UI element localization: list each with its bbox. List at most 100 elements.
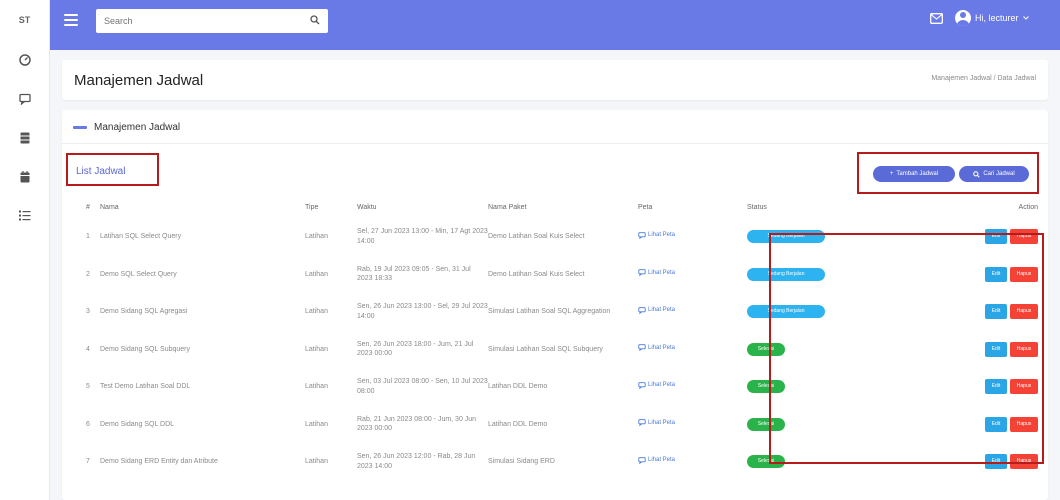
schedule-name: Latihan SQL Select Query: [100, 233, 182, 241]
package-name: Simulasi Latihan Soal SQL Aggregation: [488, 308, 611, 316]
schedule-type: Latihan: [305, 420, 328, 428]
hamburger-line: [64, 24, 78, 26]
view-map-label: Lihat Peta: [648, 269, 676, 276]
schedule-time: Sen, 26 Jun 2023 12:00 - Rab, 28 Jun 202…: [357, 453, 476, 470]
row-number: 3: [86, 308, 90, 316]
schedule-type: Latihan: [305, 270, 328, 278]
view-map-label: Lihat Peta: [648, 457, 676, 464]
schedule-name: Demo Sidang SQL Agregasi: [100, 308, 188, 316]
chat-icon: [638, 381, 646, 389]
row-number: 7: [86, 458, 90, 466]
view-map-link[interactable]: Lihat Peta: [638, 381, 675, 389]
schedule-name: Demo SQL Select Query: [100, 270, 177, 278]
view-map-link[interactable]: Lihat Peta: [638, 306, 675, 314]
calendar-icon: [20, 170, 29, 182]
view-map-link[interactable]: Lihat Peta: [638, 231, 675, 239]
chat-icon: [638, 456, 646, 464]
schedule-type: Latihan: [305, 308, 328, 316]
row-number: 4: [86, 345, 90, 353]
list-icon: [18, 210, 30, 221]
package-name: Demo Latihan Soal Kuis Select: [488, 270, 585, 278]
schedule-name: Demo Sidang SQL DDL: [100, 420, 175, 428]
page-header: Manajemen Jadwal Manajemen Jadwal / Data…: [62, 60, 1048, 100]
chat-icon: [638, 306, 646, 314]
column-header: Tipe: [305, 204, 319, 211]
map-cell: Lihat Peta: [638, 293, 747, 331]
package-name: Simulasi Latihan Soal SQL Subquery: [488, 345, 603, 353]
breadcrumb[interactable]: Manajemen Jadwal / Data Jadwal: [931, 75, 1036, 82]
brand-logo[interactable]: ST: [0, 0, 49, 40]
schedule-type: Latihan: [305, 383, 328, 391]
sidebar: ST: [0, 0, 50, 500]
topbar: Hi, lecturer: [50, 0, 1060, 50]
row-number: 5: [86, 383, 90, 391]
user-name: Hi, lecturer: [975, 13, 1019, 23]
search-icon[interactable]: [310, 15, 320, 25]
message-icon[interactable]: [930, 13, 943, 24]
sidebar-item-list[interactable]: [0, 196, 49, 235]
sidebar-item-calendar[interactable]: [0, 157, 49, 196]
package-name: Demo Latihan Soal Kuis Select: [488, 233, 585, 241]
row-number: 1: [86, 233, 90, 241]
column-header: Status: [747, 204, 767, 211]
view-map-link[interactable]: Lihat Peta: [638, 269, 675, 277]
schedule-name: Demo Sidang SQL Subquery: [100, 345, 191, 353]
schedule-type: Latihan: [305, 233, 328, 241]
schedule-type: Latihan: [305, 345, 328, 353]
schedule-time: Sen, 26 Jun 2023 13:00 - Sel, 29 Jul 202…: [357, 303, 488, 320]
schedule-name: Test Demo Latihan Soal DDL: [100, 383, 191, 391]
sidebar-item-dashboard[interactable]: [0, 40, 49, 79]
sidebar-item-database[interactable]: [0, 118, 49, 157]
sidebar-item-chat[interactable]: [0, 79, 49, 118]
hamburger-line: [64, 19, 78, 21]
search-input[interactable]: [96, 9, 296, 33]
card-header-title: Manajemen Jadwal: [94, 122, 181, 133]
row-number: 2: [86, 270, 90, 278]
page-title: Manajemen Jadwal: [74, 72, 204, 89]
avatar: [955, 10, 971, 26]
table-header-row: # Nama Tipe Waktu Nama Paket Peta Status…: [76, 197, 1038, 218]
user-menu[interactable]: Hi, lecturer: [955, 10, 1029, 26]
map-cell: Lihat Peta: [638, 218, 747, 256]
schedule-name: Demo Sidang ERD Entity dan Atribute: [100, 458, 218, 466]
schedule-card: Manajemen Jadwal List Jadwal + Tambah Ja…: [62, 110, 1048, 500]
chat-icon: [638, 344, 646, 352]
view-map-label: Lihat Peta: [648, 232, 676, 239]
column-header: #: [86, 204, 90, 211]
column-header: Waktu: [357, 204, 377, 211]
view-map-label: Lihat Peta: [648, 419, 676, 426]
search-box: [96, 9, 328, 33]
card-header-accent: [73, 126, 87, 129]
highlight-box-status-actions: [769, 233, 1044, 464]
package-name: Latihan DDL Demo: [488, 383, 548, 391]
package-name: Simulasi Sidang ERD: [488, 458, 555, 466]
schedule-time: Sen, 26 Jun 2023 18:00 - Jum, 21 Jul 202…: [357, 340, 474, 358]
schedule-time: Sen, 03 Jul 2023 08:00 - Sen, 10 Jul 202…: [357, 378, 488, 395]
hamburger-line: [64, 14, 78, 16]
chevron-down-icon: [1022, 16, 1029, 20]
dashboard-icon: [18, 53, 31, 66]
map-cell: Lihat Peta: [638, 256, 747, 294]
chat-icon: [638, 231, 646, 239]
chat-icon: [18, 93, 31, 105]
menu-toggle-button[interactable]: [64, 14, 78, 26]
highlight-box-list-title: [66, 153, 159, 186]
view-map-label: Lihat Peta: [648, 307, 676, 314]
view-map-label: Lihat Peta: [648, 344, 676, 351]
card-header: Manajemen Jadwal: [62, 110, 1048, 144]
view-map-link[interactable]: Lihat Peta: [638, 419, 675, 427]
chat-icon: [638, 419, 646, 427]
schedule-time: Rab, 19 Jul 2023 09:05 - Sen, 31 Jul 202…: [357, 265, 471, 283]
schedule-time: Rab, 21 Jun 2023 08:00 - Jum, 30 Jun 202…: [357, 415, 477, 433]
column-header: Action: [1018, 204, 1038, 211]
schedule-time: Sel, 27 Jun 2023 13:00 - Min, 17 Agt 202…: [357, 228, 488, 245]
view-map-link[interactable]: Lihat Peta: [638, 456, 675, 464]
schedule-type: Latihan: [305, 458, 328, 466]
column-header: Nama Paket: [488, 204, 527, 211]
highlight-box-buttons: [857, 152, 1039, 194]
map-cell: Lihat Peta: [638, 406, 747, 444]
map-cell: Lihat Peta: [638, 331, 747, 369]
column-header: Peta: [638, 204, 653, 211]
column-header: Nama: [100, 204, 119, 211]
view-map-link[interactable]: Lihat Peta: [638, 344, 675, 352]
